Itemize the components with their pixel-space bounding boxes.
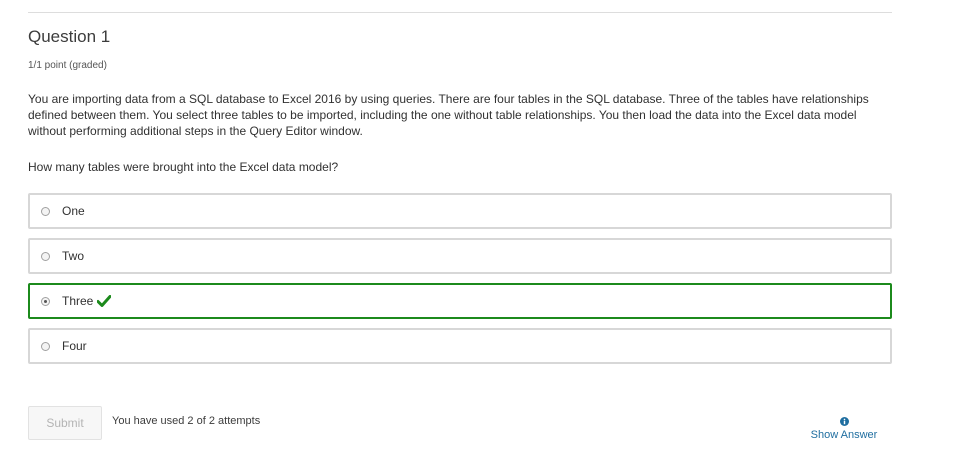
radio-button[interactable] xyxy=(41,206,50,216)
attempts-text: You have used 2 of 2 attempts xyxy=(112,415,261,427)
show-answer-label: Show Answer xyxy=(810,429,878,441)
top-divider xyxy=(28,12,892,13)
radio-button[interactable] xyxy=(41,341,50,351)
question-points: 1/1 point (graded) xyxy=(28,60,107,71)
choice-label: One xyxy=(62,204,85,218)
choice-label: Four xyxy=(62,339,87,353)
choice-label: Two xyxy=(62,249,85,263)
show-answer-button[interactable]: Show Answer xyxy=(808,417,880,441)
question-stem: You are importing data from a SQL databa… xyxy=(28,92,869,138)
choice-three[interactable]: Three xyxy=(28,283,892,319)
question-title: Question 1 xyxy=(28,27,111,46)
choice-label: Three xyxy=(62,294,94,308)
radio-button[interactable] xyxy=(41,251,50,261)
question-prompt: How many tables were brought into the Ex… xyxy=(28,160,339,174)
choice-one[interactable]: One xyxy=(28,193,892,229)
checkmark-icon xyxy=(97,295,112,307)
choice-two[interactable]: Two xyxy=(28,238,892,274)
choice-four[interactable]: Four xyxy=(28,328,892,364)
submit-button[interactable]: Submit xyxy=(28,406,102,440)
info-icon xyxy=(839,417,849,426)
radio-button-selected[interactable] xyxy=(41,296,50,306)
